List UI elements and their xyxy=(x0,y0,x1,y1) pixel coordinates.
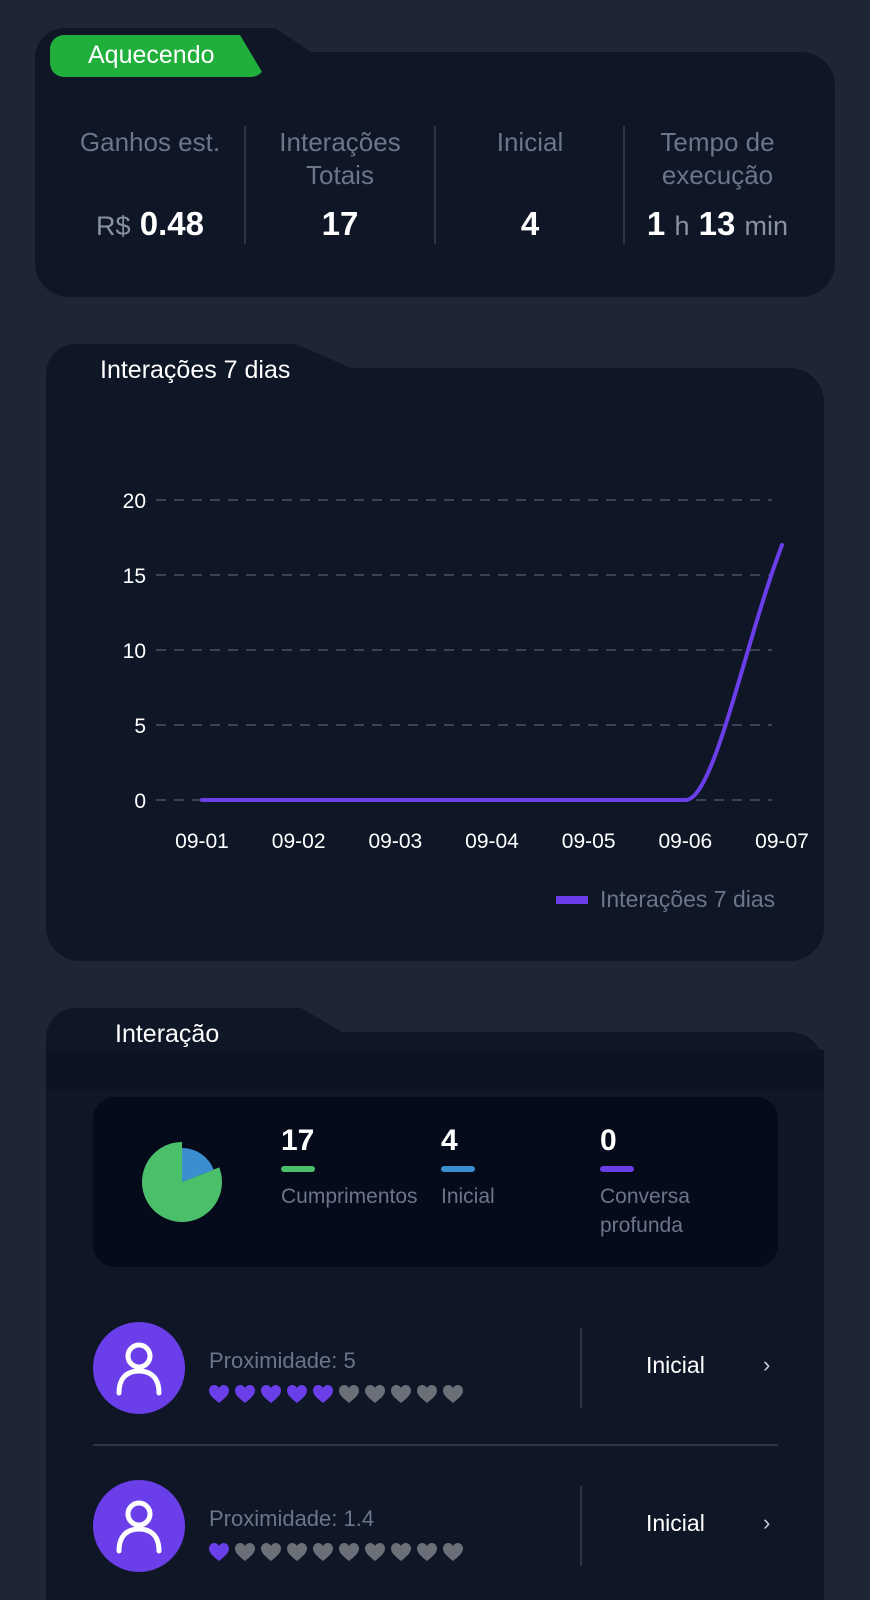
user-row[interactable]: Proximidade: 1.4 Inicial › xyxy=(93,1480,778,1600)
status-badge: Aquecendo xyxy=(50,35,265,77)
chart-legend[interactable]: Interações 7 dias xyxy=(556,886,775,913)
summary-deep-value: 0 xyxy=(600,1124,617,1157)
avatar[interactable] xyxy=(93,1322,185,1414)
heart-icon xyxy=(209,1543,229,1561)
heart-icon xyxy=(313,1543,333,1561)
x-tick-label: 09-06 xyxy=(658,830,712,853)
heart-icon xyxy=(235,1543,255,1561)
summary-deep: 0 Conversa profunda xyxy=(600,1124,760,1240)
line-chart: 0 5 10 15 20 09-01 09-02 09-03 09-04 09-05 09-06 09… xyxy=(123,490,809,853)
stat-earnings-label: Ganhos est. xyxy=(79,127,221,157)
heart-icon xyxy=(287,1385,307,1403)
legend-label: Interações 7 dias xyxy=(600,886,776,912)
stat-interactions: Interações Totais 17 xyxy=(250,126,430,242)
stat-runtime-label: Tempo de execução xyxy=(660,127,775,190)
summary-deep-label: Conversa profunda xyxy=(600,1185,690,1237)
series-line xyxy=(200,543,784,802)
summary-greetings-label: Cumprimentos xyxy=(281,1185,418,1208)
proximity-hearts xyxy=(208,1542,464,1562)
heart-icon xyxy=(339,1543,359,1561)
stage-label: Inicial xyxy=(646,1352,705,1378)
heart-icon xyxy=(443,1543,463,1561)
stat-divider xyxy=(434,126,436,244)
heart-icon xyxy=(287,1543,307,1561)
heart-icon xyxy=(391,1385,411,1403)
stat-interactions-value: 17 xyxy=(321,205,359,242)
chart-title: Interações 7 dias xyxy=(100,356,291,384)
currency-prefix: R$ xyxy=(96,211,131,241)
summary-initial-label: Inicial xyxy=(441,1185,495,1208)
avatar[interactable] xyxy=(93,1480,185,1572)
proximity-label: Proximidade: 5 xyxy=(209,1348,356,1373)
stat-interactions-label: Interações Totais xyxy=(279,127,401,190)
stat-earnings: Ganhos est. R$ 0.48 xyxy=(55,126,245,242)
heart-icon xyxy=(417,1543,437,1561)
heart-icon xyxy=(209,1385,229,1403)
interaction-card-header-band xyxy=(46,1050,824,1090)
user-icon xyxy=(116,1500,162,1554)
runtime-hours-unit: h xyxy=(674,211,690,241)
heart-icon xyxy=(313,1385,333,1403)
y-tick-label: 0 xyxy=(134,790,146,813)
legend-swatch xyxy=(556,895,588,904)
row-divider xyxy=(580,1486,582,1566)
summary-initial-value: 4 xyxy=(441,1124,458,1157)
stat-earnings-value: 0.48 xyxy=(139,205,204,242)
heart-icon xyxy=(261,1385,281,1403)
summary-initial: 4 Inicial xyxy=(441,1124,601,1211)
stat-divider xyxy=(244,126,246,244)
heart-icon xyxy=(261,1543,281,1561)
user-row[interactable]: Proximidade: 5 Inicial › xyxy=(93,1322,778,1442)
y-tick-label: 20 xyxy=(123,490,146,513)
row-divider xyxy=(580,1328,582,1408)
summary-greetings-value: 17 xyxy=(281,1124,315,1157)
stat-initial: Inicial 4 xyxy=(440,126,620,242)
heart-icon xyxy=(443,1385,463,1403)
interaction-title: Interação xyxy=(115,1020,220,1048)
y-tick-label: 15 xyxy=(123,565,146,588)
runtime-minutes: 13 xyxy=(698,205,736,242)
heart-icon xyxy=(417,1385,437,1403)
runtime-minutes-unit: min xyxy=(744,211,789,241)
heart-icon xyxy=(339,1385,359,1403)
x-tick-label: 09-04 xyxy=(465,830,519,853)
stat-initial-value: 4 xyxy=(520,205,540,242)
stat-runtime: Tempo de execução 1 h 13 min xyxy=(630,126,805,242)
y-tick-label: 5 xyxy=(134,715,146,738)
heart-icon xyxy=(365,1543,385,1561)
summary-greetings-bar xyxy=(281,1166,315,1172)
x-tick-label: 09-01 xyxy=(175,830,229,853)
pie-chart xyxy=(142,1142,222,1222)
summary-greetings: 17 Cumprimentos xyxy=(281,1124,441,1211)
heart-icon xyxy=(235,1385,255,1403)
stat-initial-label: Inicial xyxy=(496,127,564,157)
y-tick-label: 10 xyxy=(123,640,146,663)
x-tick-label: 09-07 xyxy=(755,830,809,853)
summary-deep-bar xyxy=(600,1166,634,1172)
chevron-right-icon[interactable]: › xyxy=(763,1510,770,1536)
heart-icon xyxy=(365,1385,385,1403)
x-tick-label: 09-05 xyxy=(562,830,616,853)
chevron-right-icon[interactable]: › xyxy=(763,1352,770,1378)
heart-icon xyxy=(391,1543,411,1561)
runtime-hours: 1 xyxy=(646,205,666,242)
x-tick-label: 09-03 xyxy=(368,830,422,853)
proximity-label: Proximidade: 1.4 xyxy=(209,1506,375,1531)
proximity-hearts xyxy=(208,1384,464,1404)
row-separator xyxy=(93,1444,778,1446)
user-icon xyxy=(116,1342,162,1396)
stage-label: Inicial xyxy=(646,1510,705,1536)
summary-initial-bar xyxy=(441,1166,475,1172)
stat-divider xyxy=(623,126,625,244)
x-tick-label: 09-02 xyxy=(272,830,326,853)
